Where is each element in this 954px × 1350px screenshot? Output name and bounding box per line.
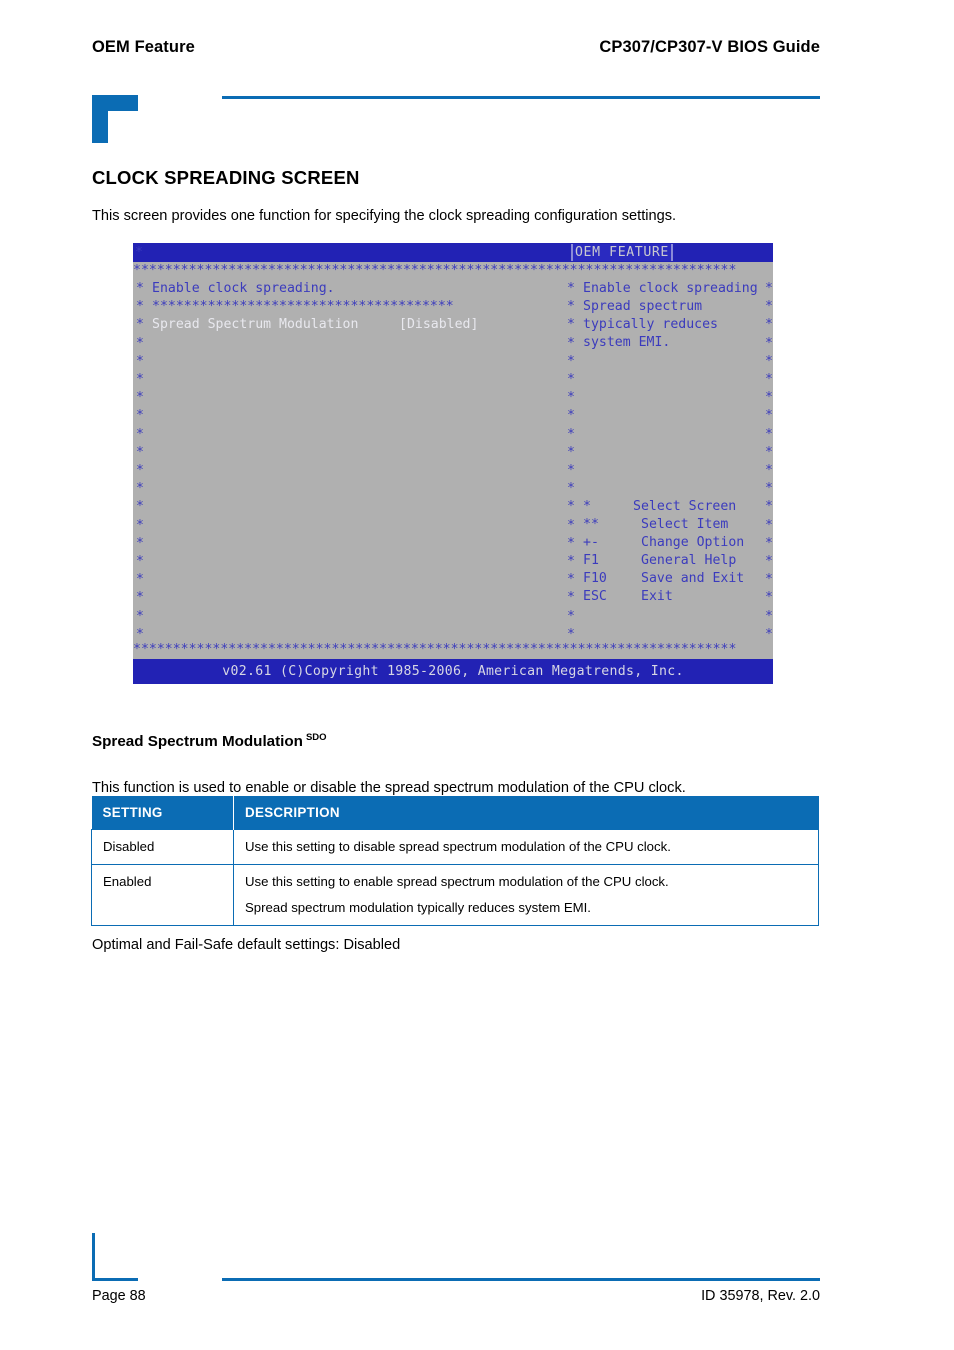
bios-navkey-action-4: Save and Exit (641, 571, 745, 586)
footer-divider-rule (222, 1278, 820, 1281)
bios-section-label: Enable clock spreading. (152, 281, 335, 296)
footer-corner-arm-horizontal (92, 1278, 138, 1281)
footer-document-id: ID 35978, Rev. 2.0 (701, 1288, 820, 1304)
bios-inner-rule: ************************************** (152, 299, 454, 314)
description-line: Use this setting to disable spread spect… (245, 839, 671, 854)
bios-navkey-key-5: ESC (583, 589, 607, 604)
bios-navkey-key-2: +- (583, 535, 599, 550)
bios-border-column-right: * * * * * * * * * * * * * * * * * * * * (765, 281, 773, 642)
bios-navkey-action-3: General Help (641, 553, 737, 568)
page-header: OEM Feature CP307/CP307-V BIOS Guide (92, 38, 820, 57)
bios-navkey-action-0: Select Screen (633, 499, 737, 514)
page-title: CLOCK SPREADING SCREEN (92, 167, 360, 189)
cell-setting-disabled: Disabled (91, 828, 234, 866)
bios-setting-value[interactable]: [Disabled] (399, 316, 478, 334)
bios-title-left-star: * (135, 245, 143, 260)
cell-setting-enabled: Enabled (91, 864, 234, 927)
description-line: Use this setting to enable spread spectr… (245, 874, 669, 890)
default-settings-note: Optimal and Fail-Safe default settings: … (92, 936, 401, 953)
setting-heading: Spread Spectrum Modulation SDO (92, 732, 327, 750)
settings-table: SETTING DESCRIPTION Disabled Use this se… (91, 796, 819, 927)
header-corner-arm-vertical (92, 95, 108, 143)
bios-bottom-rule: ****************************************… (133, 642, 737, 657)
setting-heading-text: Spread Spectrum Modulation (92, 733, 303, 751)
bios-title-bar (133, 243, 773, 262)
header-right-title: CP307/CP307-V BIOS Guide (599, 38, 820, 56)
column-header-description: DESCRIPTION (233, 796, 819, 830)
bios-border-column-left: * * * * * * * * * * * * * * * * * * * * (136, 281, 144, 642)
page-footer: Page 88 ID 35978, Rev. 2.0 (92, 1288, 820, 1304)
bios-help-line-2: typically reduces (583, 317, 718, 332)
bios-top-rule: ****************************************… (133, 263, 737, 278)
cell-description-enabled: Use this setting to enable spread spectr… (233, 864, 819, 927)
bios-navkey-action-2: Change Option (641, 535, 745, 550)
bios-setting-label[interactable]: Spread Spectrum Modulation (152, 316, 358, 334)
table-row: Disabled Use this setting to disable spr… (91, 828, 819, 866)
bios-help-line-1: Spread spectrum (583, 299, 703, 314)
bios-help-line-3: system EMI. (583, 335, 671, 350)
bios-border-column-middle: * * * * * * * * * * * * * * * * * * * * (567, 281, 575, 642)
bios-navkey-key-4: F10 (583, 571, 607, 586)
bios-navkey-key-3: F1 (583, 553, 599, 568)
header-corner-mark (92, 95, 138, 143)
bios-navkey-action-5: Exit (641, 589, 673, 604)
bios-copyright-bar: v02.61 (C)Copyright 1985-2006, American … (133, 659, 773, 684)
footer-corner-arm-vertical (92, 1233, 95, 1281)
header-left-title: OEM Feature (92, 38, 195, 56)
setting-heading-superscript: SDO (305, 732, 327, 743)
bios-help-line-0: Enable clock spreading (583, 281, 758, 296)
section-intro-paragraph: This screen provides one function for sp… (92, 207, 677, 224)
settings-table-body: Disabled Use this setting to disable spr… (91, 828, 819, 927)
bios-active-menu-title: OEM FEATURE (571, 244, 673, 261)
footer-page-number: Page 88 (92, 1288, 146, 1304)
header-divider-rule (222, 96, 820, 99)
bios-navkey-action-1: Select Item (641, 517, 729, 532)
footer-corner-mark (92, 1233, 138, 1281)
table-row: Enabled Use this setting to enable sprea… (91, 864, 819, 927)
bios-navkey-key-0: * (583, 499, 591, 514)
bios-navkey-key-1: ** (583, 517, 599, 532)
settings-table-head: SETTING DESCRIPTION (91, 796, 819, 830)
column-header-setting: SETTING (91, 796, 234, 830)
cell-description-disabled: Use this setting to disable spread spect… (233, 828, 819, 866)
bios-screenshot: * OEM FEATURE **************************… (133, 243, 773, 684)
table-header-row: SETTING DESCRIPTION (91, 796, 819, 830)
description-line: Spread spectrum modulation typically red… (245, 899, 591, 915)
